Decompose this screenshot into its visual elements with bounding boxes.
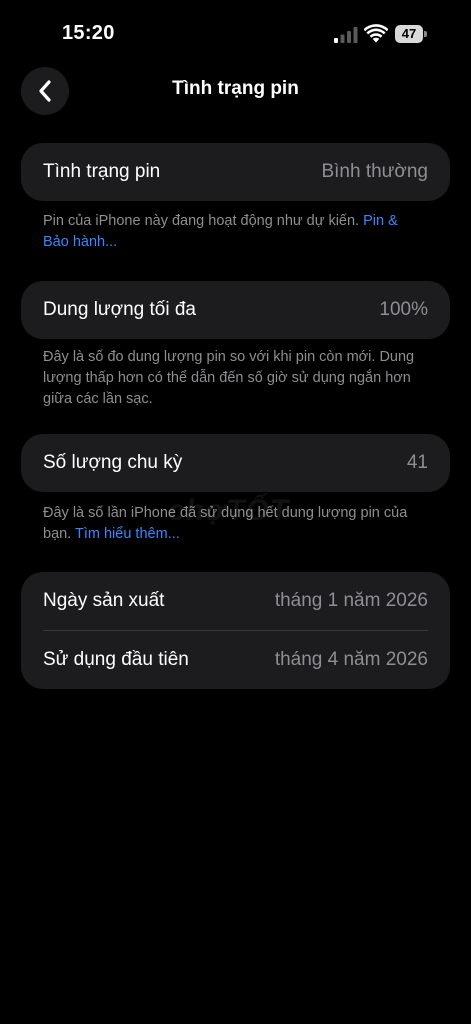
cycle-count-row: Số lượng chu kỳ 41: [21, 434, 450, 492]
battery-icon: 47: [395, 25, 427, 43]
first-use-label: Sử dụng đầu tiên: [43, 649, 189, 670]
maximum-capacity-footnote: Đây là số đo dung lượng pin so với khi p…: [43, 349, 415, 407]
cycle-count-label: Số lượng chu kỳ: [43, 452, 183, 473]
manufacture-date-label: Ngày sản xuất: [43, 590, 165, 611]
maximum-capacity-row: Dung lượng tối đa 100%: [21, 281, 450, 339]
battery-health-screen: 15:20 47 Tình trạng pin Tình trạng pin B…: [0, 0, 471, 1024]
cycle-count-value: 41: [406, 452, 428, 473]
cycle-count-card: Số lượng chu kỳ 41: [21, 434, 450, 492]
signal-icon: [334, 27, 358, 43]
battery-health-label: Tình trạng pin: [43, 161, 161, 182]
page-title: Tình trạng pin: [172, 78, 299, 99]
battery-health-footnote-text: Pin của iPhone này đang hoạt động như dự…: [43, 213, 364, 229]
first-use-row: Sử dụng đầu tiên tháng 4 năm 2026: [21, 631, 450, 689]
manufacture-date-value: tháng 1 năm 2026: [274, 590, 428, 611]
battery-health-row: Tình trạng pin Bình thường: [21, 143, 450, 201]
battery-level: 47: [395, 25, 423, 43]
learn-more-link[interactable]: Tìm hiểu thêm...: [75, 526, 180, 542]
manufacture-date-row: Ngày sản xuất tháng 1 năm 2026: [21, 572, 450, 630]
battery-health-card: Tình trạng pin Bình thường: [21, 143, 450, 201]
maximum-capacity-value: 100%: [379, 299, 428, 320]
watermark: chợTỐT: [168, 494, 290, 527]
status-time: 15:20: [62, 22, 115, 44]
dates-card: Ngày sản xuất tháng 1 năm 2026 Sử dụng đ…: [21, 572, 450, 689]
first-use-value: tháng 4 năm 2026: [274, 649, 428, 670]
wifi-icon: [364, 24, 388, 43]
battery-health-footnote: Pin của iPhone này đang hoạt động như dự…: [43, 211, 423, 253]
battery-health-value: Bình thường: [321, 161, 428, 182]
maximum-capacity-label: Dung lượng tối đa: [43, 299, 196, 320]
status-bar: 15:20 47: [0, 0, 471, 60]
maximum-capacity-card: Dung lượng tối đa 100%: [21, 281, 450, 339]
